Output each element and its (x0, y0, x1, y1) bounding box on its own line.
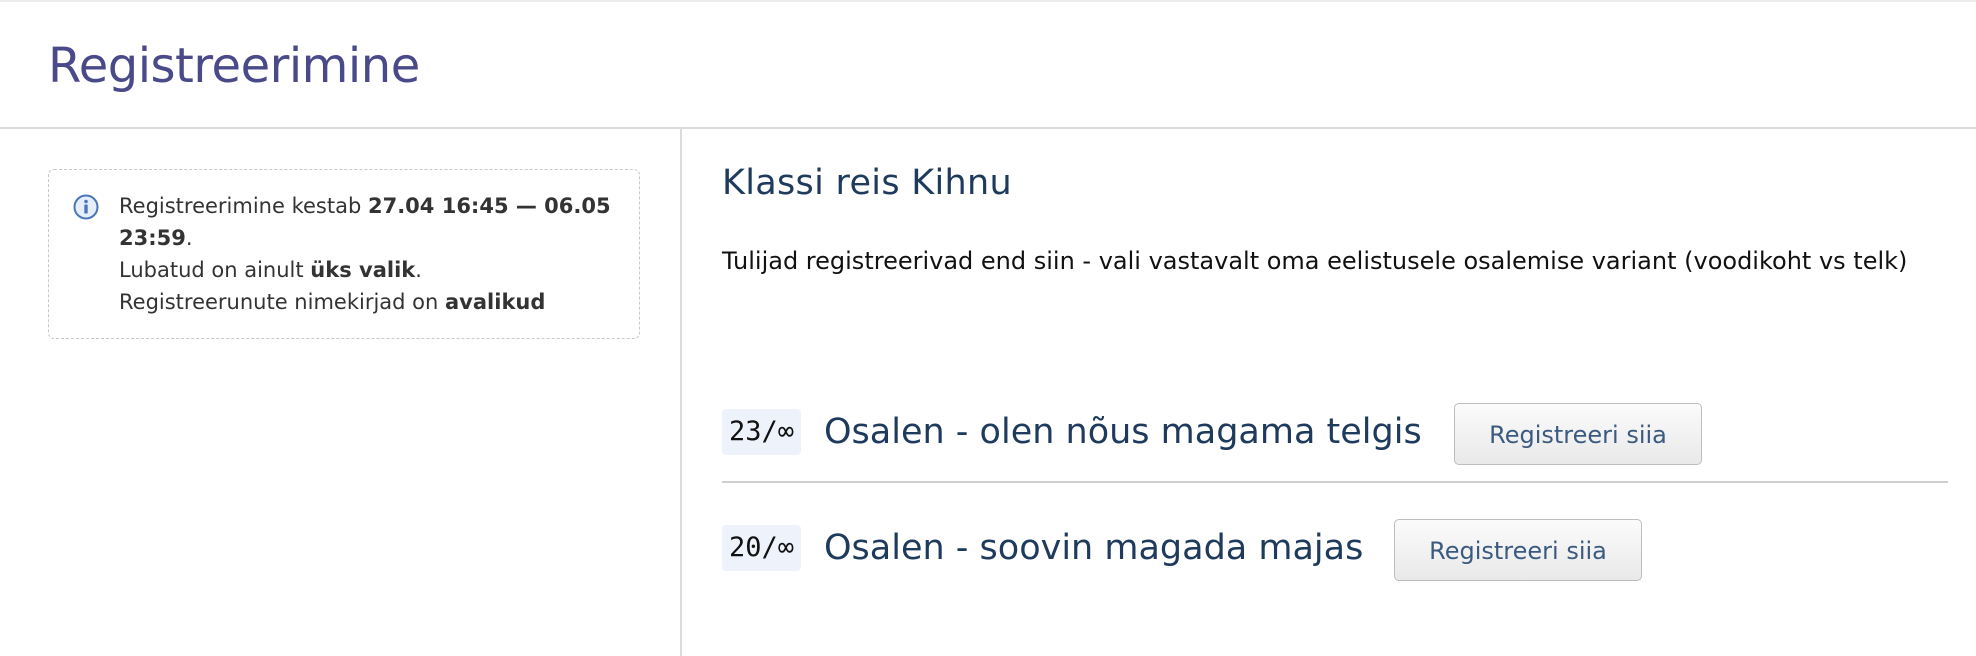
registration-info-box: Registreerimine kestab 27.04 16:45 — 06.… (48, 169, 640, 339)
event-description: Tulijad registreerivad end siin - vali v… (722, 247, 1908, 275)
option-row: 20/∞ Osalen - soovin magada majas Regist… (722, 507, 1948, 581)
option-row: 23/∞ Osalen - olen nõus magama telgis Re… (722, 391, 1948, 483)
info-period-suffix: . (185, 226, 193, 250)
participant-counter: 20/∞ (722, 525, 802, 571)
option-label: Osalen - olen nõus magama telgis (824, 412, 1422, 452)
register-button-tent[interactable]: Registreeri siia (1454, 403, 1702, 465)
page-title: Registreerimine (48, 38, 420, 94)
sidebar: Registreerimine kestab 27.04 16:45 — 06.… (0, 129, 682, 656)
option-label: Osalen - soovin magada majas (824, 528, 1364, 568)
register-button-house[interactable]: Registreeri siia (1394, 519, 1642, 581)
info-visibility-prefix: Registreerunute nimekirjad on (119, 290, 446, 314)
registration-info-text: Registreerimine kestab 27.04 16:45 — 06.… (119, 190, 619, 318)
info-icon (73, 194, 99, 220)
choice-rule: üks valik (310, 258, 416, 282)
info-choice-suffix: . (415, 258, 422, 282)
page-header: Registreerimine (0, 2, 1976, 129)
list-visibility: avalikud (445, 290, 546, 314)
main-content: Klassi reis Kihnu Tulijad registreerivad… (722, 129, 1948, 656)
participant-counter: 23/∞ (722, 409, 802, 455)
info-choice-prefix: Lubatud on ainult (119, 258, 311, 282)
info-period-prefix: Registreerimine kestab (119, 194, 368, 218)
event-title: Klassi reis Kihnu (722, 163, 1013, 203)
